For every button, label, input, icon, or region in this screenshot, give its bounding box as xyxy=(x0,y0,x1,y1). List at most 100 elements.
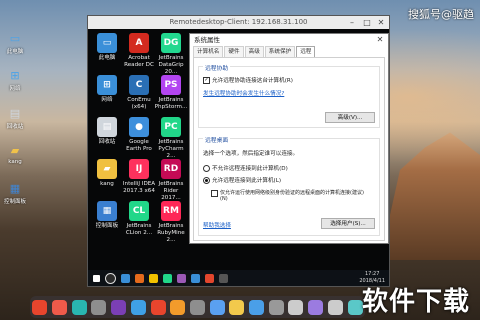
select-users-button[interactable]: 选择用户(S)... xyxy=(321,218,375,229)
remote-icon-label: JetBrains Rider 2017... xyxy=(158,181,184,201)
host-dock xyxy=(30,296,365,318)
remote-desktop-icon[interactable]: RM JetBrains RubyMine 2... xyxy=(154,201,188,244)
tab-2[interactable]: 高级 xyxy=(244,46,264,57)
remote-icon-label: IntelliJ IDEA 2017.3 x64 xyxy=(122,181,156,194)
remote-desktop-icon[interactable]: PS JetBrains PhpStorm... xyxy=(154,75,188,111)
remote-desktop-icon[interactable]: CL JetBrains CLion 2... xyxy=(122,201,156,237)
dock-app-icon[interactable] xyxy=(170,299,186,315)
host-icon-label: kang xyxy=(8,159,22,165)
computer-icon: ▭ xyxy=(97,33,117,53)
remote-assist-help-link[interactable]: 发生远程协助时会发生什么情况? xyxy=(203,89,284,97)
tab-0[interactable]: 计算机名 xyxy=(193,46,224,57)
remote-window-titlebar[interactable]: Remotedesktop-Client: 192.168.31.100 – □… xyxy=(88,16,389,29)
remote-desktop-icon[interactable]: A Acrobat Reader DC xyxy=(122,33,156,69)
remote-tab-panel: 远程协助 ✓ 允许远程协助连接这台计算机(R) 发生远程协助时会发生什么情况? … xyxy=(193,57,385,241)
dock-app-icon[interactable] xyxy=(229,299,245,315)
allow-remote-assist-checkbox[interactable]: ✓ xyxy=(203,77,210,84)
taskbar-app-icon[interactable] xyxy=(177,273,186,283)
allow-remote-label[interactable]: 允许远程连接到此计算机(L) xyxy=(212,176,281,184)
dock-app-icon[interactable] xyxy=(32,299,48,315)
dock-app-icon[interactable] xyxy=(189,299,205,315)
deny-remote-radio[interactable] xyxy=(203,165,210,172)
wallpaper-mountain xyxy=(380,132,480,260)
close-button[interactable]: ✕ xyxy=(374,16,388,29)
host-icon-1[interactable]: ⊞ 网络 xyxy=(2,67,28,93)
host-icon-0[interactable]: ▭ 此电脑 xyxy=(2,30,28,56)
remote-desktop-icon[interactable]: ▦ 控制面板 xyxy=(90,201,124,230)
remote-desktop-icon[interactable]: IJ IntelliJ IDEA 2017.3 x64 xyxy=(122,159,156,195)
network-icon: ⊞ xyxy=(97,75,117,95)
advanced-button[interactable]: 高级(V)... xyxy=(325,112,375,123)
dock-app-icon[interactable] xyxy=(308,299,324,315)
remote-desktop-icon[interactable]: C ConEmu (x64) xyxy=(122,75,156,111)
nla-checkbox[interactable] xyxy=(211,190,218,197)
taskbar-app-icon[interactable] xyxy=(191,273,200,283)
taskbar-app-icon[interactable] xyxy=(163,273,172,283)
remote-assist-group: 远程协助 ✓ 允许远程协助连接这台计算机(R) 发生远程协助时会发生什么情况? … xyxy=(198,63,380,128)
remote-icon-label: JetBrains PhpStorm... xyxy=(154,97,188,110)
intellij-icon: IJ xyxy=(129,159,149,179)
dialog-close-button[interactable]: ✕ xyxy=(374,34,386,46)
minimize-button[interactable]: – xyxy=(345,16,359,29)
dock-app-icon[interactable] xyxy=(71,299,87,315)
taskbar-app-icon[interactable] xyxy=(135,273,144,283)
brand-watermark: 软件下载 xyxy=(361,287,470,317)
dock-app-icon[interactable] xyxy=(111,299,127,315)
remote-desktop-prompt: 选择一个选项，然后指定谁可以连接。 xyxy=(203,151,299,157)
pycharm-icon: PC xyxy=(161,117,181,137)
allow-remote-assist-label[interactable]: 允许远程协助连接这台计算机(R) xyxy=(212,76,293,84)
remote-desktop-icon[interactable]: ⊞ 网络 xyxy=(90,75,124,104)
dock-app-icon[interactable] xyxy=(288,299,304,315)
deny-remote-label[interactable]: 不允许远程连接到此计算机(D) xyxy=(212,164,288,172)
remote-window-title: Remotedesktop-Client: 192.168.31.100 xyxy=(169,18,308,26)
remote-desktop-icon[interactable]: ▰ kang xyxy=(90,159,124,188)
host-icon-2[interactable]: ▤ 回收站 xyxy=(2,105,28,131)
tab-1[interactable]: 硬件 xyxy=(224,46,244,57)
allow-remote-radio[interactable] xyxy=(203,177,210,184)
host-icon-label: 控制面板 xyxy=(3,199,26,205)
taskbar-app-icon[interactable] xyxy=(149,273,158,283)
taskbar-app-icon[interactable] xyxy=(219,273,228,283)
remote-icon-label: Acrobat Reader DC xyxy=(124,55,154,68)
remote-desktop-icon[interactable]: PC JetBrains PyCharm 2... xyxy=(154,117,188,160)
taskbar-app-icon[interactable] xyxy=(205,273,214,283)
conemu-icon: C xyxy=(129,75,149,95)
dock-app-icon[interactable] xyxy=(130,299,146,315)
remote-desktop-title: 远程桌面 xyxy=(203,135,231,144)
host-icon-3[interactable]: ▰ kang xyxy=(2,142,28,166)
host-icon-4[interactable]: ▦ 控制面板 xyxy=(2,180,28,206)
tab-3[interactable]: 系统保护 xyxy=(264,46,296,57)
start-icon[interactable] xyxy=(93,274,100,282)
dock-app-icon[interactable] xyxy=(52,299,68,315)
remote-desktop-window: Remotedesktop-Client: 192.168.31.100 – □… xyxy=(87,15,390,287)
dock-app-icon[interactable] xyxy=(347,299,363,315)
user-folder-icon: ▰ xyxy=(97,159,117,179)
host-icon-label: 此电脑 xyxy=(6,49,24,55)
rider-icon: RD xyxy=(161,159,181,179)
dock-app-icon[interactable] xyxy=(249,299,265,315)
remote-desktop-icon[interactable]: ▭ 此电脑 xyxy=(90,33,124,62)
tab-4[interactable]: 远程 xyxy=(296,46,316,57)
taskbar-app-icon[interactable] xyxy=(121,273,130,283)
taskbar-app-icon[interactable] xyxy=(105,272,116,284)
dock-app-icon[interactable] xyxy=(150,299,166,315)
dock-app-icon[interactable] xyxy=(268,299,284,315)
dock-app-icon[interactable] xyxy=(91,299,107,315)
remote-taskbar: 17:27 2018/4/11 xyxy=(88,270,389,286)
dialog-title: 系统属性 xyxy=(194,36,220,44)
remote-icon-label: JetBrains RubyMine 2... xyxy=(157,223,185,243)
remote-desktop-icon[interactable]: ● Google Earth Pro xyxy=(122,117,156,153)
clion-icon: CL xyxy=(129,201,149,221)
remote-desktop-icon[interactable]: RD JetBrains Rider 2017... xyxy=(154,159,188,202)
remote-desktop-area: ▭ 此电脑 ⊞ 网络 ▤ 回收站 ▰ kang ▦ 控制面板 A Acrobat Reader DC C… xyxy=(88,29,389,272)
control-panel-icon: ▦ xyxy=(9,181,21,195)
remote-icon-label: 网络 xyxy=(101,97,113,103)
remote-desktop-icon[interactable]: DG JetBrains DataGrip 20... xyxy=(154,33,188,76)
rubymine-icon: RM xyxy=(161,201,181,221)
help-me-choose-link[interactable]: 帮助我选择 xyxy=(203,221,231,229)
dock-app-icon[interactable] xyxy=(209,299,225,315)
dock-app-icon[interactable] xyxy=(327,299,343,315)
maximize-button[interactable]: □ xyxy=(360,16,374,29)
nla-label[interactable]: 仅允许运行使用网络级别身份验证的远程桌面的计算机连接(建议) xyxy=(220,189,364,196)
remote-desktop-icon[interactable]: ▤ 回收站 xyxy=(90,117,124,146)
